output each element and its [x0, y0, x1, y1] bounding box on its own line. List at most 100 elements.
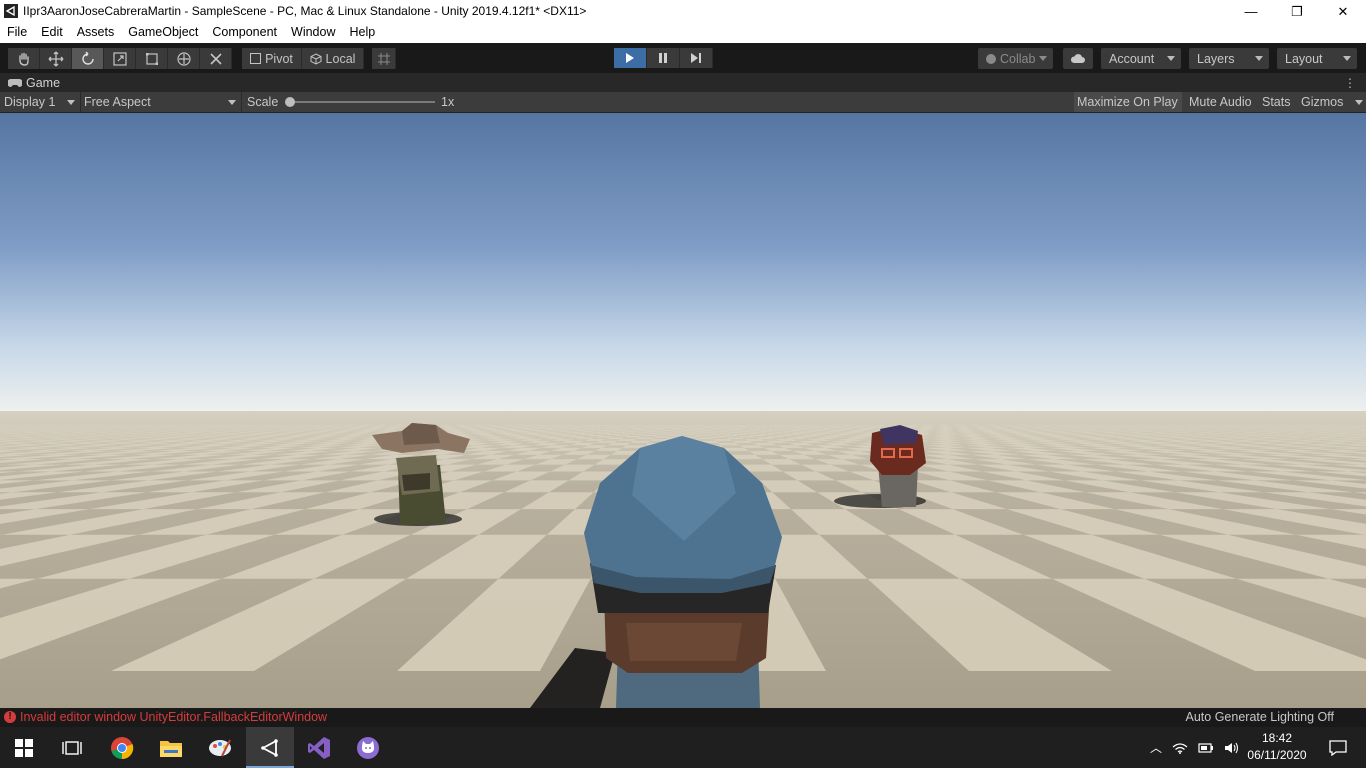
account-dropdown[interactable]: Account — [1101, 48, 1181, 69]
grid-snap-button[interactable] — [372, 48, 396, 69]
transform-tools — [8, 48, 232, 69]
scale-value: 1x — [441, 95, 455, 109]
taskbar-clock[interactable]: 18:42 06/11/2020 — [1242, 730, 1312, 764]
scale-icon — [112, 51, 127, 66]
layers-label: Layers — [1197, 51, 1235, 66]
minimize-button[interactable]: — — [1228, 0, 1274, 23]
play-icon — [626, 53, 634, 63]
task-view-icon[interactable] — [48, 727, 96, 768]
github-desktop-icon[interactable] — [344, 727, 392, 768]
windows-start-icon[interactable] — [0, 727, 48, 768]
step-button[interactable] — [680, 48, 713, 68]
cloud-button[interactable] — [1063, 48, 1093, 69]
chevron-up-icon[interactable]: ︿ — [1150, 739, 1162, 756]
move-icon — [48, 51, 63, 66]
tools-icon — [209, 52, 222, 65]
sky — [0, 113, 1366, 413]
collab-dropdown[interactable]: Collab — [978, 48, 1053, 69]
menu-bar: File Edit Assets GameObject Component Wi… — [0, 23, 1366, 43]
volume-icon[interactable] — [1224, 742, 1240, 754]
window-title: IIpr3AaronJoseCabreraMartin - SampleScen… — [23, 4, 587, 18]
transform-icon — [176, 51, 191, 66]
rect-tool-button[interactable] — [136, 48, 168, 69]
local-cube-icon — [310, 52, 322, 65]
game-tab-label: Game — [26, 76, 61, 90]
mute-audio-toggle[interactable]: Mute Audio — [1186, 92, 1256, 112]
window-titlebar: IIpr3AaronJoseCabreraMartin - SampleScen… — [0, 0, 1366, 23]
rect-icon — [145, 52, 158, 65]
collab-check-icon — [986, 53, 996, 64]
system-tray: ︿ — [1150, 727, 1240, 768]
menu-window[interactable]: Window — [284, 23, 342, 43]
rotate-tool-button[interactable] — [72, 48, 104, 69]
game-viewport[interactable] — [0, 113, 1366, 708]
gizmos-label: Gizmos — [1301, 95, 1344, 109]
hand-tool-button[interactable] — [8, 48, 40, 69]
tab-game[interactable]: Game — [4, 74, 67, 92]
pivot-toggle[interactable]: Pivot — [242, 48, 302, 69]
display-label: Display 1 — [4, 95, 56, 109]
menu-gameobject[interactable]: GameObject — [121, 23, 205, 43]
windows-taskbar: ︿ 18:42 06/11/2020 — [0, 727, 1366, 768]
scale-slider-track[interactable] — [290, 101, 435, 103]
game-controller-icon — [8, 79, 22, 87]
visual-studio-icon[interactable] — [295, 727, 343, 768]
clock-date: 06/11/2020 — [1247, 748, 1307, 762]
menu-component[interactable]: Component — [205, 23, 284, 43]
unity-app-icon — [4, 4, 18, 18]
move-tool-button[interactable] — [40, 48, 72, 69]
cloud-icon — [1070, 54, 1085, 63]
play-button[interactable] — [614, 48, 647, 68]
aspect-label: Free Aspect — [84, 95, 151, 109]
scale-label: Scale — [247, 95, 279, 109]
unity-icon[interactable] — [246, 727, 294, 768]
gizmos-caret-icon — [1355, 100, 1363, 105]
aspect-dropdown[interactable]: Free Aspect — [84, 92, 239, 112]
status-bar: ! Invalid editor window UnityEditor.Fall… — [0, 708, 1366, 727]
rotate-icon — [81, 51, 94, 65]
menu-edit[interactable]: Edit — [34, 23, 70, 43]
layout-dropdown[interactable]: Layout — [1277, 48, 1357, 69]
menu-file[interactable]: File — [0, 23, 34, 43]
layout-label: Layout — [1285, 51, 1323, 66]
battery-icon[interactable] — [1198, 742, 1214, 753]
lighting-status: Auto Generate Lighting Off — [1185, 710, 1334, 724]
pivot-controls: Pivot Local — [242, 48, 364, 69]
menu-assets[interactable]: Assets — [70, 23, 122, 43]
menu-help[interactable]: Help — [342, 23, 382, 43]
wifi-icon[interactable] — [1172, 742, 1188, 754]
stats-toggle[interactable]: Stats — [1259, 92, 1295, 112]
pivot-icon — [250, 53, 262, 64]
gizmos-dropdown[interactable]: Gizmos — [1298, 92, 1366, 112]
clock-time: 18:42 — [1261, 731, 1293, 745]
snap-controls — [372, 48, 396, 69]
grid-snap-icon — [377, 52, 390, 65]
restore-button[interactable]: ❐ — [1274, 0, 1320, 23]
game-scene — [0, 113, 1366, 708]
display-dropdown[interactable]: Display 1 — [4, 92, 78, 112]
pause-icon — [659, 53, 667, 63]
transform-tool-button[interactable] — [168, 48, 200, 69]
tab-menu-icon[interactable]: ⋮ — [1344, 76, 1356, 90]
game-tab-bar: Game ⋮ — [0, 73, 1366, 92]
pivot-label: Pivot — [265, 51, 293, 66]
maximize-on-play-toggle[interactable]: Maximize On Play — [1074, 92, 1182, 112]
hand-icon — [18, 52, 29, 66]
local-toggle[interactable]: Local — [302, 48, 364, 69]
local-label: Local — [325, 51, 356, 66]
step-icon — [691, 53, 701, 63]
close-button[interactable]: ✕ — [1320, 0, 1366, 23]
custom-tool-button[interactable] — [200, 48, 232, 69]
scale-slider-thumb[interactable] — [285, 97, 295, 107]
layers-dropdown[interactable]: Layers — [1189, 48, 1269, 69]
scale-tool-button[interactable] — [104, 48, 136, 69]
error-icon: ! — [4, 711, 16, 723]
play-controls — [614, 48, 713, 68]
account-label: Account — [1109, 51, 1155, 66]
file-explorer-icon[interactable] — [147, 727, 195, 768]
notifications-icon[interactable] — [1318, 727, 1358, 768]
paint-icon[interactable] — [196, 727, 244, 768]
pause-button[interactable] — [647, 48, 680, 68]
status-error-message[interactable]: Invalid editor window UnityEditor.Fallba… — [20, 710, 327, 724]
chrome-icon[interactable] — [98, 727, 146, 768]
